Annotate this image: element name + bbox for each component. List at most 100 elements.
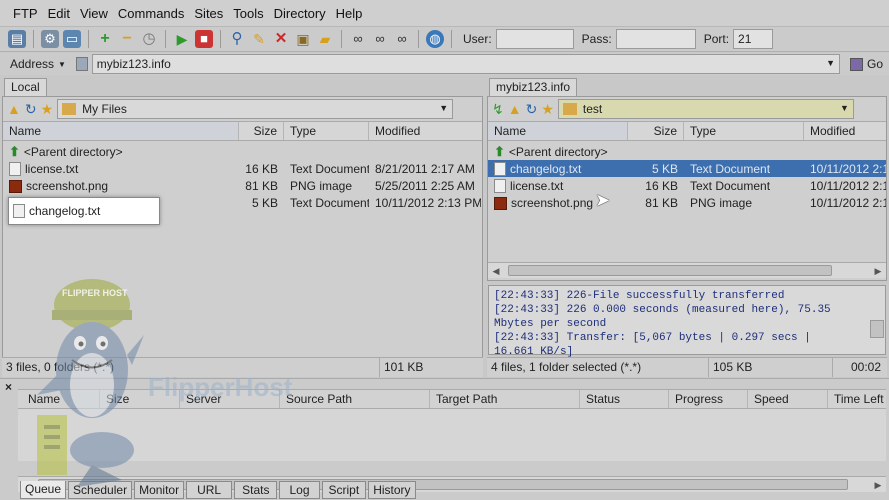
menu-help[interactable]: Help [331, 6, 368, 21]
column-name[interactable]: Name [3, 122, 239, 140]
remove-icon[interactable]: − [118, 30, 136, 48]
folder-icon[interactable]: ▰ [316, 30, 334, 48]
menu-sites[interactable]: Sites [189, 6, 228, 21]
queue-column-source-path[interactable]: Source Path [280, 390, 430, 408]
queue-column-status[interactable]: Status [580, 390, 669, 408]
remote-horizontal-scrollbar[interactable]: ◀ ▶ [488, 262, 886, 278]
stop-icon[interactable]: ■ [195, 30, 213, 48]
tab-history[interactable]: History [368, 481, 416, 499]
table-row[interactable]: screenshot.png 81 KB PNG image 5/25/2011… [3, 177, 482, 194]
log-panel: [22:43:33] 226-File successfully transfe… [488, 285, 886, 358]
menu-view[interactable]: View [75, 6, 113, 21]
properties-icon[interactable]: ▣ [294, 30, 312, 48]
binoculars-next-icon[interactable]: ∞ [371, 30, 389, 48]
remote-status-bar: 4 files, 1 folder selected (*.*) 105 KB … [487, 357, 887, 377]
user-input[interactable] [495, 29, 574, 49]
arrow-up-icon: ⬆ [494, 143, 505, 159]
menu-ftp[interactable]: FTP [8, 6, 43, 21]
png-file-icon [494, 196, 507, 210]
tab-script[interactable]: Script [321, 481, 367, 499]
table-row[interactable]: changelog.txt 5 KB Text Document 10/11/2… [488, 160, 886, 177]
local-path-field[interactable]: My Files ▼ [57, 99, 454, 119]
pencil-icon[interactable]: ✎ [250, 30, 268, 48]
table-row[interactable]: screenshot.png 81 KB PNG image 10/11/201… [488, 194, 886, 211]
chevron-down-icon[interactable]: ▼ [826, 58, 835, 68]
list-item[interactable]: ⬆ <Parent directory> [3, 143, 482, 160]
connect-icon[interactable]: ↯ [492, 101, 504, 118]
site-manager-icon[interactable]: ▤ [8, 30, 26, 48]
tab-log[interactable]: Log [279, 481, 320, 499]
address-bar: Address ▼ mybiz123.info ▼ Go [0, 53, 889, 75]
file-modified: 8/21/2011 2:17 AM [375, 161, 475, 176]
binoculars-icon[interactable]: ∞ [349, 30, 367, 48]
file-size: 5 KB [651, 161, 678, 176]
gear-icon[interactable]: ⚙ [41, 30, 59, 48]
pass-input[interactable] [615, 29, 696, 49]
dragged-file-highlight[interactable]: changelog.txt [8, 197, 160, 225]
remote-path-field[interactable]: test ▼ [557, 99, 854, 119]
chevron-down-icon[interactable]: ▼ [840, 103, 849, 113]
go-label: Go [866, 57, 883, 71]
parent-directory: <Parent directory> [23, 144, 123, 159]
binoculars-prev-icon[interactable]: ∞ [393, 30, 411, 48]
scroll-right-icon[interactable]: ▶ [870, 477, 886, 493]
column-size[interactable]: Size [239, 122, 284, 140]
globe-icon[interactable]: ◍ [426, 30, 444, 48]
column-modified[interactable]: Modified [804, 122, 886, 140]
column-type[interactable]: Type [684, 122, 804, 140]
log-line: [22:43:33] Transfer: [5,067 bytes | 0.29… [494, 332, 811, 344]
menu-directory[interactable]: Directory [269, 6, 331, 21]
scroll-thumb[interactable] [508, 265, 832, 276]
add-icon[interactable]: + [96, 30, 114, 48]
delete-icon[interactable]: ✕ [272, 30, 290, 48]
table-row[interactable]: license.txt 16 KB Text Document 10/11/20… [488, 177, 886, 194]
menu-tools[interactable]: Tools [228, 6, 268, 21]
log-line: [22:43:33] 226-File successfully transfe… [494, 290, 785, 302]
file-name: license.txt [25, 161, 79, 176]
file-type: Text Document [290, 161, 369, 176]
tab-stats[interactable]: Stats [234, 481, 278, 499]
star-icon[interactable]: ★ [41, 101, 54, 118]
remote-status-size: 105 KB [709, 358, 833, 377]
window-icon[interactable]: ▭ [63, 30, 81, 48]
scroll-left-icon[interactable]: ◀ [488, 263, 504, 279]
table-row[interactable]: license.txt 16 KB Text Document 8/21/201… [3, 160, 482, 177]
menu-edit[interactable]: Edit [43, 6, 75, 21]
tab-url[interactable]: URL [186, 481, 233, 499]
list-item[interactable]: ⬆ <Parent directory> [488, 143, 886, 160]
queue-column-speed[interactable]: Speed [748, 390, 828, 408]
close-icon[interactable]: × [5, 380, 12, 394]
toolbar: ▤ ⚙ ▭ + − ◷ ▶ ■ ⚲ ✎ ✕ ▣ ▰ ∞ ∞ ∞ ◍ User: … [0, 26, 889, 52]
scroll-right-icon[interactable]: ▶ [870, 263, 886, 279]
folder-up-icon[interactable]: ▲ [7, 101, 21, 117]
play-icon[interactable]: ▶ [173, 30, 191, 48]
address-input[interactable]: mybiz123.info ▼ [91, 54, 840, 74]
tab-remote[interactable]: mybiz123.info [489, 78, 578, 96]
toolbar-separator [451, 30, 452, 48]
folder-up-icon[interactable]: ▲ [508, 101, 522, 117]
file-type: Text Document [690, 161, 771, 176]
queue-column-time-left[interactable]: Time Left [828, 390, 886, 408]
chevron-down-icon[interactable]: ▼ [439, 103, 448, 113]
text-file-icon [494, 161, 506, 176]
remote-status-text: 4 files, 1 folder selected (*.*) [487, 358, 709, 377]
queue-column-target-path[interactable]: Target Path [430, 390, 580, 408]
column-type[interactable]: Type [284, 122, 369, 140]
search-icon[interactable]: ⚲ [228, 30, 246, 48]
port-input[interactable] [733, 29, 774, 49]
log-scroll-thumb[interactable] [870, 320, 884, 338]
column-size[interactable]: Size [628, 122, 684, 140]
mouse-cursor-icon: ➤ [595, 190, 611, 210]
refresh-icon[interactable]: ↻ [526, 101, 538, 118]
queue-column-progress[interactable]: Progress [669, 390, 748, 408]
go-button[interactable]: Go [844, 54, 889, 74]
column-name[interactable]: Name [488, 122, 628, 140]
star-icon[interactable]: ★ [541, 101, 554, 118]
clock-icon[interactable]: ◷ [140, 30, 158, 48]
menu-commands[interactable]: Commands [113, 6, 189, 21]
address-dropdown-button[interactable]: Address ▼ [4, 54, 72, 74]
refresh-icon[interactable]: ↻ [25, 101, 37, 118]
text-file-icon [494, 178, 506, 193]
tab-local[interactable]: Local [4, 78, 47, 96]
column-modified[interactable]: Modified [369, 122, 481, 140]
